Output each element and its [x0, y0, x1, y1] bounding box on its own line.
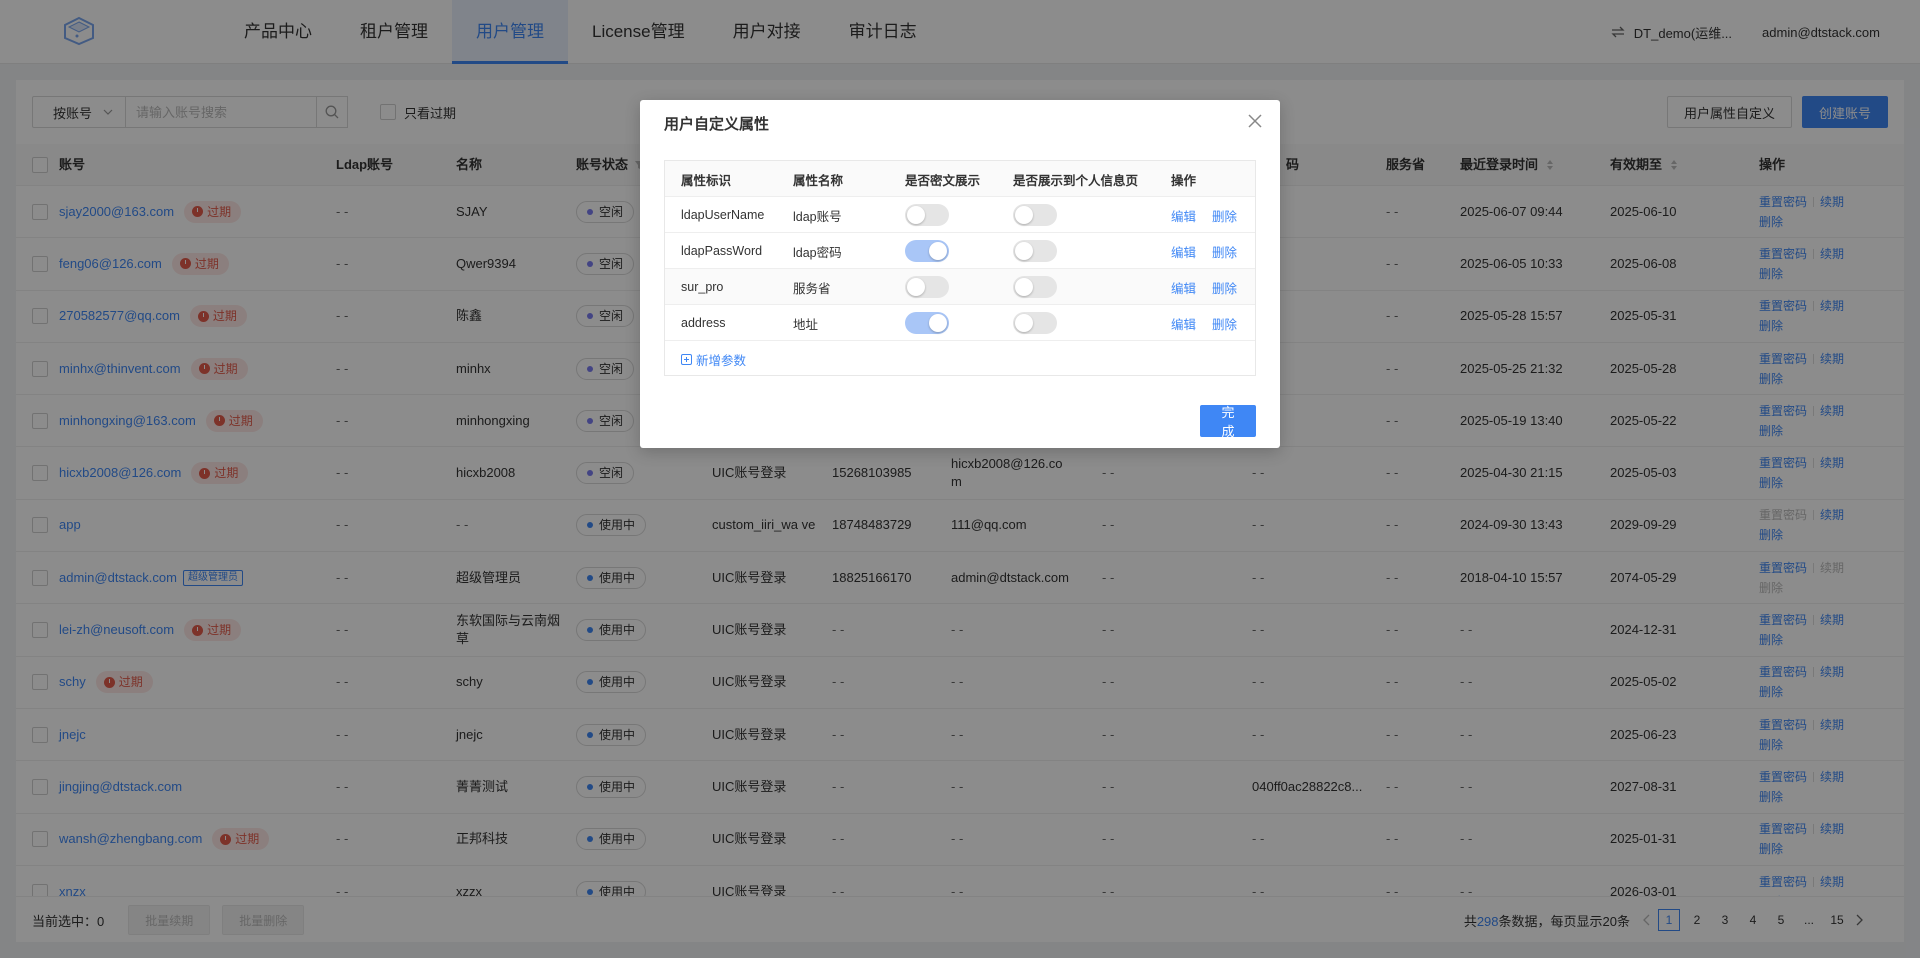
th-cipher: 是否密文展示: [905, 173, 981, 188]
show-profile-toggle[interactable]: [1013, 276, 1057, 298]
edit-attribute-link[interactable]: 编辑: [1171, 314, 1196, 333]
add-parameter-label: 新增参数: [696, 353, 747, 368]
cipher-toggle[interactable]: [905, 312, 949, 334]
attribute-row: ldapUserName ldap账号 编辑 删除: [665, 197, 1255, 233]
attributes-table: 属性标识 属性名称 是否密文展示 是否展示到个人信息页 操作 新增参数 ldap…: [664, 160, 1256, 376]
custom-attributes-modal: 用户自定义属性 属性标识 属性名称 是否密文展示 是否展示到个人信息页 操作 新…: [640, 100, 1280, 448]
th-attr-name: 属性名称: [793, 173, 844, 188]
attr-name-cell: ldap密码: [793, 245, 842, 260]
add-parameter-link[interactable]: 新增参数: [681, 341, 746, 377]
attribute-row: sur_pro 服务省 编辑 删除: [665, 269, 1255, 305]
cipher-toggle[interactable]: [905, 204, 949, 226]
attr-key-cell: address: [681, 316, 726, 330]
cipher-cell: [905, 233, 949, 269]
show-profile-toggle[interactable]: [1013, 312, 1057, 334]
profile-cell: [1013, 197, 1057, 233]
delete-attribute-link[interactable]: 删除: [1212, 314, 1237, 333]
show-profile-toggle[interactable]: [1013, 240, 1057, 262]
plus-square-icon: [681, 353, 692, 365]
attributes-table-header: 属性标识 属性名称 是否密文展示 是否展示到个人信息页 操作: [665, 161, 1255, 197]
attribute-row: address 地址 编辑 删除: [665, 305, 1255, 341]
close-icon[interactable]: [1246, 112, 1264, 130]
attr-actions-cell: 编辑 删除: [1171, 233, 1237, 269]
edit-attribute-link[interactable]: 编辑: [1171, 278, 1196, 297]
attribute-row: ldapPassWord ldap密码 编辑 删除: [665, 233, 1255, 269]
profile-cell: [1013, 233, 1057, 269]
cipher-cell: [905, 305, 949, 341]
cipher-cell: [905, 197, 949, 233]
attr-actions-cell: 编辑 删除: [1171, 305, 1237, 341]
profile-cell: [1013, 269, 1057, 305]
cipher-cell: [905, 269, 949, 305]
attr-actions-cell: 编辑 删除: [1171, 197, 1237, 233]
cipher-toggle[interactable]: [905, 240, 949, 262]
attr-name-cell: 地址: [793, 317, 819, 332]
th-attr-key: 属性标识: [681, 173, 732, 188]
edit-attribute-link[interactable]: 编辑: [1171, 242, 1196, 261]
edit-attribute-link[interactable]: 编辑: [1171, 206, 1196, 225]
attr-key-cell: sur_pro: [681, 280, 724, 294]
attr-key-cell: ldapPassWord: [681, 244, 763, 258]
delete-attribute-link[interactable]: 删除: [1212, 242, 1237, 261]
modal-title: 用户自定义属性: [664, 116, 770, 133]
attr-key-cell: ldapUserName: [681, 208, 765, 222]
attr-name-cell: ldap账号: [793, 209, 842, 224]
profile-cell: [1013, 305, 1057, 341]
delete-attribute-link[interactable]: 删除: [1212, 278, 1237, 297]
th-attr-actions: 操作: [1171, 173, 1197, 188]
done-button[interactable]: 完成: [1200, 405, 1256, 439]
show-profile-toggle[interactable]: [1013, 204, 1057, 226]
attr-name-cell: 服务省: [793, 281, 831, 296]
th-show-profile: 是否展示到个人信息页: [1013, 173, 1139, 188]
delete-attribute-link[interactable]: 删除: [1212, 206, 1237, 225]
cipher-toggle[interactable]: [905, 276, 949, 298]
attr-actions-cell: 编辑 删除: [1171, 269, 1237, 305]
